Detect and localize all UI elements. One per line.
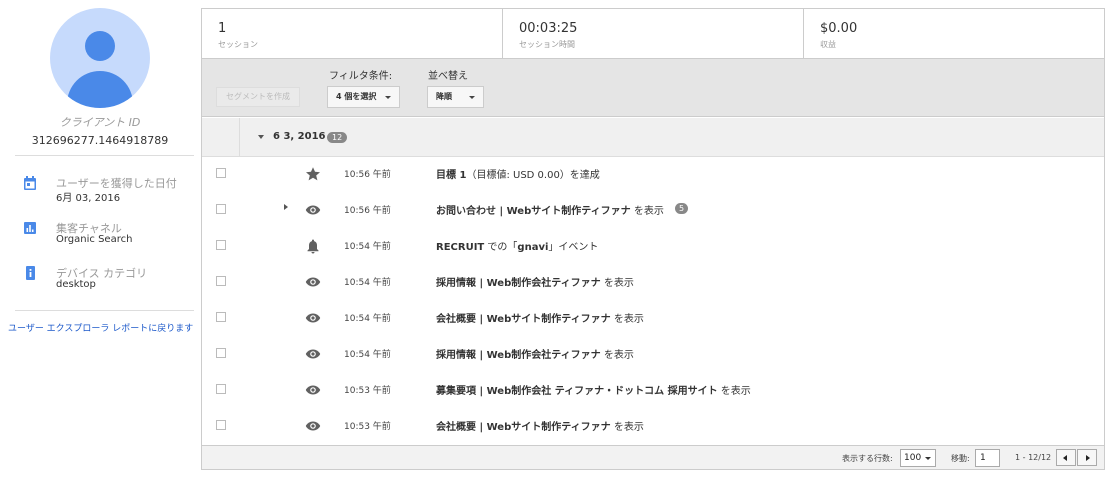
date-group-gutter	[202, 118, 240, 156]
sort-dropdown[interactable]: 降順	[427, 86, 484, 108]
row-checkbox[interactable]	[216, 348, 226, 358]
row-checkbox[interactable]	[216, 312, 226, 322]
activity-row[interactable]: 10:54 午前 会社概要 | Webサイト制作ティファナ を表示	[202, 301, 1104, 337]
row-description: RECRUIT での「gnavi」イベント	[436, 242, 599, 253]
sort-label: 並べ替え	[428, 71, 468, 82]
next-page-button[interactable]	[1077, 449, 1097, 466]
device-value: desktop	[56, 279, 96, 290]
eye-icon	[305, 421, 321, 431]
stat-revenue: $0.00 収益	[803, 9, 1104, 58]
row-count-badge: 5	[675, 203, 689, 214]
activity-panel: 1 セッション 00:03:25 セッション時間 $0.00 収益 セグメントを…	[201, 8, 1105, 470]
eye-icon	[305, 205, 321, 215]
toolbar: セグメントを作成 フィルタ条件: 4 個を選択 並べ替え 降順	[202, 59, 1104, 117]
goto-page-input[interactable]: 1	[975, 449, 1000, 467]
user-sidebar: クライアント ID 312696277.1464918789 ユーザーを獲得した…	[0, 0, 200, 477]
activity-row[interactable]: 10:54 午前 採用情報 | Web制作会社ティファナ を表示	[202, 337, 1104, 373]
chevron-right-icon	[1086, 455, 1090, 461]
row-time: 10:53 午前	[344, 422, 391, 432]
previous-page-button[interactable]	[1056, 449, 1076, 466]
avatar-head	[85, 31, 115, 61]
stat-label: セッション時間	[519, 40, 575, 49]
expand-caret-icon[interactable]	[284, 204, 288, 210]
row-description: 採用情報 | Web制作会社ティファナ を表示	[436, 350, 634, 361]
eye-icon	[305, 349, 321, 359]
filter-dropdown[interactable]: 4 個を選択	[327, 86, 400, 108]
row-time: 10:56 午前	[344, 170, 391, 180]
date-group-count-badge: 12	[327, 132, 348, 143]
stat-label: 収益	[820, 40, 836, 49]
rows-per-page-label: 表示する行数:	[842, 454, 893, 463]
row-description: 採用情報 | Web制作会社ティファナ を表示	[436, 278, 634, 289]
activity-list: 10:56 午前 目標 1（目標値: USD 0.00）を達成 10:56 午前…	[202, 157, 1104, 445]
stat-label: セッション	[218, 40, 258, 49]
stats-bar: 1 セッション 00:03:25 セッション時間 $0.00 収益	[202, 9, 1104, 59]
rows-per-page-value: 100	[904, 453, 922, 463]
sidebar-divider	[15, 155, 194, 156]
row-checkbox[interactable]	[216, 420, 226, 430]
filter-label: フィルタ条件:	[329, 71, 393, 82]
row-time: 10:56 午前	[344, 206, 391, 216]
avatar	[50, 8, 150, 108]
row-time: 10:54 午前	[344, 314, 391, 324]
device-icon	[26, 266, 35, 280]
filter-dropdown-value: 4 個を選択	[336, 92, 377, 101]
client-id-value: 312696277.1464918789	[31, 134, 169, 147]
row-checkbox[interactable]	[216, 276, 226, 286]
create-segment-button[interactable]: セグメントを作成	[216, 87, 300, 107]
sidebar-divider	[15, 310, 194, 311]
row-description: お問い合わせ | Webサイト制作ティファナ を表示	[436, 206, 664, 217]
avatar-body	[67, 71, 133, 108]
row-time: 10:54 午前	[344, 278, 391, 288]
row-time: 10:54 午前	[344, 350, 391, 360]
star-icon	[306, 167, 320, 181]
activity-row[interactable]: 10:56 午前 お問い合わせ | Webサイト制作ティファナ を表示 5	[202, 193, 1104, 229]
chevron-left-icon	[1063, 455, 1067, 461]
eye-icon	[305, 313, 321, 323]
user-explorer-report: クライアント ID 312696277.1464918789 ユーザーを獲得した…	[0, 0, 1108, 477]
collapse-caret-icon[interactable]	[258, 135, 264, 139]
row-checkbox[interactable]	[216, 384, 226, 394]
row-checkbox[interactable]	[216, 204, 226, 214]
stat-value: 1	[218, 21, 227, 36]
activity-row[interactable]: 10:53 午前 募集要項 | Web制作会社 ティファナ・ドットコム 採用サイ…	[202, 373, 1104, 409]
rows-per-page-select[interactable]: 100	[900, 449, 936, 467]
activity-row[interactable]: 10:53 午前 会社概要 | Webサイト制作ティファナ を表示	[202, 409, 1104, 445]
row-checkbox[interactable]	[216, 240, 226, 250]
eye-icon	[305, 385, 321, 395]
row-checkbox[interactable]	[216, 168, 226, 178]
bar-chart-icon	[24, 222, 36, 234]
client-id-label: クライアント ID	[59, 116, 141, 129]
stat-value: $0.00	[820, 21, 858, 36]
eye-icon	[305, 277, 321, 287]
row-description: 会社概要 | Webサイト制作ティファナ を表示	[436, 314, 644, 325]
sort-dropdown-value: 降順	[436, 92, 452, 101]
activity-row[interactable]: 10:54 午前 RECRUIT での「gnavi」イベント	[202, 229, 1104, 265]
date-group-header[interactable]: 6 3, 2016 12	[202, 118, 1104, 157]
pagination-footer: 表示する行数: 100 移動: 1 1 - 12/12	[202, 445, 1104, 469]
chevron-down-icon	[385, 96, 391, 99]
chevron-down-icon	[925, 457, 931, 460]
back-to-user-explorer-link[interactable]: ユーザー エクスプローラ レポートに戻ります	[8, 321, 193, 334]
page-range: 1 - 12/12	[1015, 453, 1052, 462]
row-description: 会社概要 | Webサイト制作ティファナ を表示	[436, 422, 644, 433]
stat-value: 00:03:25	[519, 21, 578, 36]
stat-sessions: 1 セッション	[202, 9, 502, 58]
row-time: 10:54 午前	[344, 242, 391, 252]
activity-row[interactable]: 10:54 午前 採用情報 | Web制作会社ティファナ を表示	[202, 265, 1104, 301]
goto-label: 移動:	[951, 454, 970, 463]
bell-icon	[307, 239, 319, 254]
stat-session-duration: 00:03:25 セッション時間	[502, 9, 803, 58]
calendar-icon	[24, 176, 36, 190]
chevron-down-icon	[469, 96, 475, 99]
row-time: 10:53 午前	[344, 386, 391, 396]
row-description: 目標 1（目標値: USD 0.00）を達成	[436, 170, 600, 181]
activity-row[interactable]: 10:56 午前 目標 1（目標値: USD 0.00）を達成	[202, 157, 1104, 193]
channel-value: Organic Search	[56, 234, 133, 245]
date-group-date: 6 3, 2016	[273, 131, 326, 142]
acquisition-date-value: 6月 03, 2016	[56, 193, 121, 204]
row-description: 募集要項 | Web制作会社 ティファナ・ドットコム 採用サイト を表示	[436, 386, 751, 397]
